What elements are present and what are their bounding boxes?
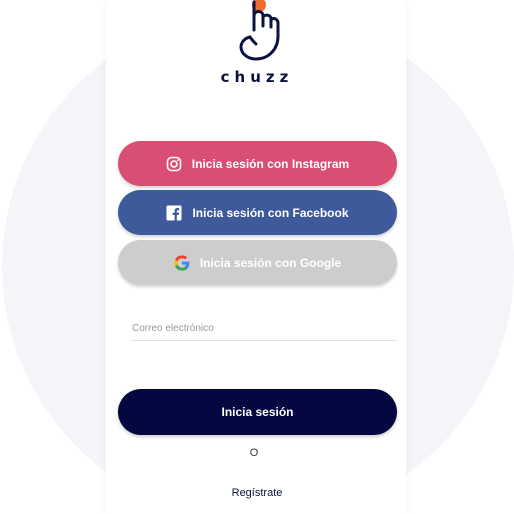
login-button-label: Inicia sesión bbox=[221, 405, 294, 419]
email-field-wrapper bbox=[131, 318, 398, 341]
logo-text: chuzz bbox=[220, 68, 294, 86]
google-icon bbox=[174, 254, 190, 271]
pointing-hand-icon bbox=[239, 0, 280, 61]
instagram-login-label: Inicia sesión con Instagram bbox=[191, 156, 350, 171]
email-field[interactable] bbox=[131, 318, 398, 339]
register-link[interactable]: Regístrate bbox=[0, 487, 514, 499]
facebook-login-button[interactable]: Inicia sesión con Facebook bbox=[118, 190, 397, 235]
google-login-button[interactable]: Inicia sesión con Google bbox=[118, 240, 397, 285]
facebook-login-label: Inicia sesión con Facebook bbox=[192, 205, 349, 220]
google-login-label: Inicia sesión con Google bbox=[199, 255, 342, 270]
or-separator: O bbox=[249, 447, 259, 459]
instagram-icon bbox=[166, 156, 182, 172]
login-button[interactable]: Inicia sesión bbox=[118, 389, 397, 435]
login-screen: chuzz Inicia sesión con Instagram Inicia… bbox=[0, 0, 514, 514]
instagram-login-button[interactable]: Inicia sesión con Instagram bbox=[118, 141, 397, 186]
chuzz-logo: chuzz bbox=[0, 0, 514, 90]
facebook-icon bbox=[166, 205, 182, 221]
